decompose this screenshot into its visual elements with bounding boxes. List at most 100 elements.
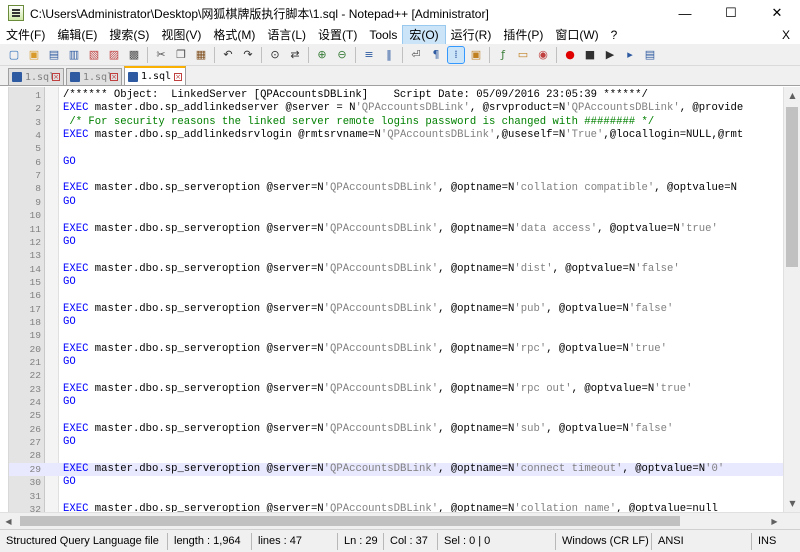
close-button[interactable]: ✕ xyxy=(754,0,800,26)
code-line[interactable]: 10 xyxy=(9,209,784,222)
line-number: 27 xyxy=(29,437,41,449)
menu-item-10[interactable]: 插件(P) xyxy=(497,26,549,44)
show-all-chars-icon[interactable]: ¶ xyxy=(428,47,444,63)
status-insert-mode[interactable]: INS xyxy=(752,533,782,550)
code-line[interactable]: 22 xyxy=(9,369,784,382)
code-line[interactable]: 24 GO xyxy=(9,396,784,409)
word-wrap-icon[interactable]: ⏎ xyxy=(408,47,424,63)
new-file-icon[interactable]: ▢ xyxy=(6,47,22,63)
save-icon[interactable]: ▤ xyxy=(46,47,62,63)
cut-icon[interactable]: ✂ xyxy=(153,47,169,63)
scroll-left-arrow-icon[interactable]: ◀ xyxy=(0,513,17,530)
minimize-button[interactable]: — xyxy=(662,0,708,26)
indent-guide-icon[interactable]: ⁞ xyxy=(447,45,465,64)
code-line[interactable]: 14 EXEC master.dbo.sp_serveroption @serve… xyxy=(9,263,784,276)
undo-icon[interactable]: ↶ xyxy=(220,47,236,63)
monitoring-icon[interactable]: ◉ xyxy=(535,47,551,63)
save-all-icon[interactable]: ▥ xyxy=(66,47,82,63)
code-line[interactable]: 32 EXEC master.dbo.sp_serveroption @serve… xyxy=(9,503,784,512)
code-line[interactable]: 26 EXEC master.dbo.sp_serveroption @serve… xyxy=(9,423,784,436)
code-line[interactable]: 7 xyxy=(9,169,784,182)
tab-close-icon[interactable]: × xyxy=(110,73,118,81)
code-line[interactable]: 18 GO xyxy=(9,316,784,329)
redo-icon[interactable]: ↷ xyxy=(240,47,256,63)
menu-item-1[interactable]: 编辑(E) xyxy=(51,26,103,44)
play-macro-icon[interactable]: ▶ xyxy=(602,47,618,63)
notepad-plus-plus-icon[interactable] xyxy=(8,5,24,21)
replace-icon[interactable]: ⇄ xyxy=(287,47,303,63)
tab-close-icon[interactable]: × xyxy=(174,72,182,81)
record-macro-icon[interactable]: ● xyxy=(562,47,578,63)
menu-item-11[interactable]: 窗口(W) xyxy=(549,26,604,44)
menu-item-9[interactable]: 运行(R) xyxy=(445,26,498,44)
code-line[interactable]: 19 xyxy=(9,329,784,342)
close-document-button[interactable]: X xyxy=(782,26,790,44)
open-file-icon[interactable]: ▣ xyxy=(26,47,42,63)
paste-icon[interactable]: ▦ xyxy=(193,47,209,63)
sync-vertical-icon[interactable]: ≡ xyxy=(361,47,377,63)
code-line[interactable]: 4 EXEC master.dbo.sp_addlinkedsrvlogin @r… xyxy=(9,129,784,142)
vertical-scrollbar[interactable]: ▲ ▼ xyxy=(783,87,800,512)
menu-item-8[interactable]: 宏(O) xyxy=(402,25,446,45)
stop-record-icon[interactable]: ■ xyxy=(582,47,598,63)
code-line[interactable]: 29 EXEC master.dbo.sp_serveroption @serve… xyxy=(9,462,784,477)
code-line[interactable]: 20 EXEC master.dbo.sp_serveroption @serve… xyxy=(9,343,784,356)
doc-map-icon[interactable]: ▣ xyxy=(468,47,484,63)
code-line[interactable]: 2 EXEC master.dbo.sp_addlinkedserver @ser… xyxy=(9,102,784,115)
code-line[interactable]: 9 GO xyxy=(9,196,784,209)
find-icon[interactable]: ⊙ xyxy=(267,47,283,63)
tab-2[interactable]: 1.sql× xyxy=(66,68,122,85)
sync-horizontal-icon[interactable]: ‖ xyxy=(381,47,397,63)
menu-item-2[interactable]: 搜索(S) xyxy=(103,26,155,44)
scroll-right-arrow-icon[interactable]: ▶ xyxy=(766,513,783,530)
code-line[interactable]: 27 GO xyxy=(9,436,784,449)
copy-icon[interactable]: ❐ xyxy=(173,47,189,63)
code-line[interactable]: 12 GO xyxy=(9,236,784,249)
menu-item-3[interactable]: 视图(V) xyxy=(155,26,207,44)
menu-item-7[interactable]: Tools xyxy=(363,26,403,44)
code-line[interactable]: 30 GO xyxy=(9,476,784,489)
code-line[interactable]: 3 /* For security reasons the linked ser… xyxy=(9,116,784,129)
code-line[interactable]: 21 GO xyxy=(9,356,784,369)
horizontal-scrollbar[interactable]: ◀ ▶ xyxy=(0,512,800,529)
code-line[interactable]: 28 xyxy=(9,449,784,462)
close-icon[interactable]: ▧ xyxy=(86,47,102,63)
code-line[interactable]: 1 /****** Object: LinkedServer [QPAccount… xyxy=(9,89,784,102)
close-all-icon[interactable]: ▨ xyxy=(106,47,122,63)
maximize-button[interactable]: ☐ xyxy=(708,0,754,26)
status-encoding[interactable]: ANSI xyxy=(652,532,752,550)
code-line[interactable]: 31 xyxy=(9,490,784,503)
save-macro-icon[interactable]: ▤ xyxy=(642,47,658,63)
code-line[interactable]: 25 xyxy=(9,409,784,422)
code-line[interactable]: 13 xyxy=(9,249,784,262)
code-line[interactable]: 17 EXEC master.dbo.sp_serveroption @serve… xyxy=(9,303,784,316)
menu-item-4[interactable]: 格式(M) xyxy=(207,26,261,44)
scroll-down-arrow-icon[interactable]: ▼ xyxy=(784,495,800,512)
code-line[interactable]: 11 EXEC master.dbo.sp_serveroption @serve… xyxy=(9,223,784,236)
code-line[interactable]: 6 GO xyxy=(9,156,784,169)
tab-close-icon[interactable]: × xyxy=(52,73,60,81)
status-eol[interactable]: Windows (CR LF) xyxy=(556,532,652,550)
menu-item-12[interactable]: ? xyxy=(605,26,624,44)
zoom-out-icon[interactable]: ⊖ xyxy=(334,47,350,63)
vertical-scroll-thumb[interactable] xyxy=(786,107,798,267)
horizontal-scroll-thumb[interactable] xyxy=(20,516,680,526)
code-editor[interactable]: 1 /****** Object: LinkedServer [QPAccount… xyxy=(8,87,793,512)
code-line[interactable]: 5 xyxy=(9,142,784,155)
code-line[interactable]: 15 GO xyxy=(9,276,784,289)
line-number: 18 xyxy=(29,316,41,328)
code-line[interactable]: 23 EXEC master.dbo.sp_serveroption @serve… xyxy=(9,383,784,396)
code-line[interactable]: 16 xyxy=(9,289,784,302)
menu-item-5[interactable]: 语言(L) xyxy=(261,26,312,44)
zoom-in-icon[interactable]: ⊕ xyxy=(314,47,330,63)
tab-1[interactable]: 1.sql× xyxy=(8,68,64,85)
tab-3[interactable]: 1.sql × xyxy=(124,66,186,85)
print-icon[interactable]: ▩ xyxy=(126,47,142,63)
menu-item-0[interactable]: 文件(F) xyxy=(0,26,51,44)
folder-workspace-icon[interactable]: ▭ xyxy=(515,47,531,63)
menu-item-6[interactable]: 设置(T) xyxy=(312,26,363,44)
scroll-up-arrow-icon[interactable]: ▲ xyxy=(784,87,800,104)
run-macro-multiple-icon[interactable]: ▸ xyxy=(622,47,638,63)
function-list-icon[interactable]: ƒ xyxy=(495,47,511,63)
code-line[interactable]: 8 EXEC master.dbo.sp_serveroption @server… xyxy=(9,182,784,195)
